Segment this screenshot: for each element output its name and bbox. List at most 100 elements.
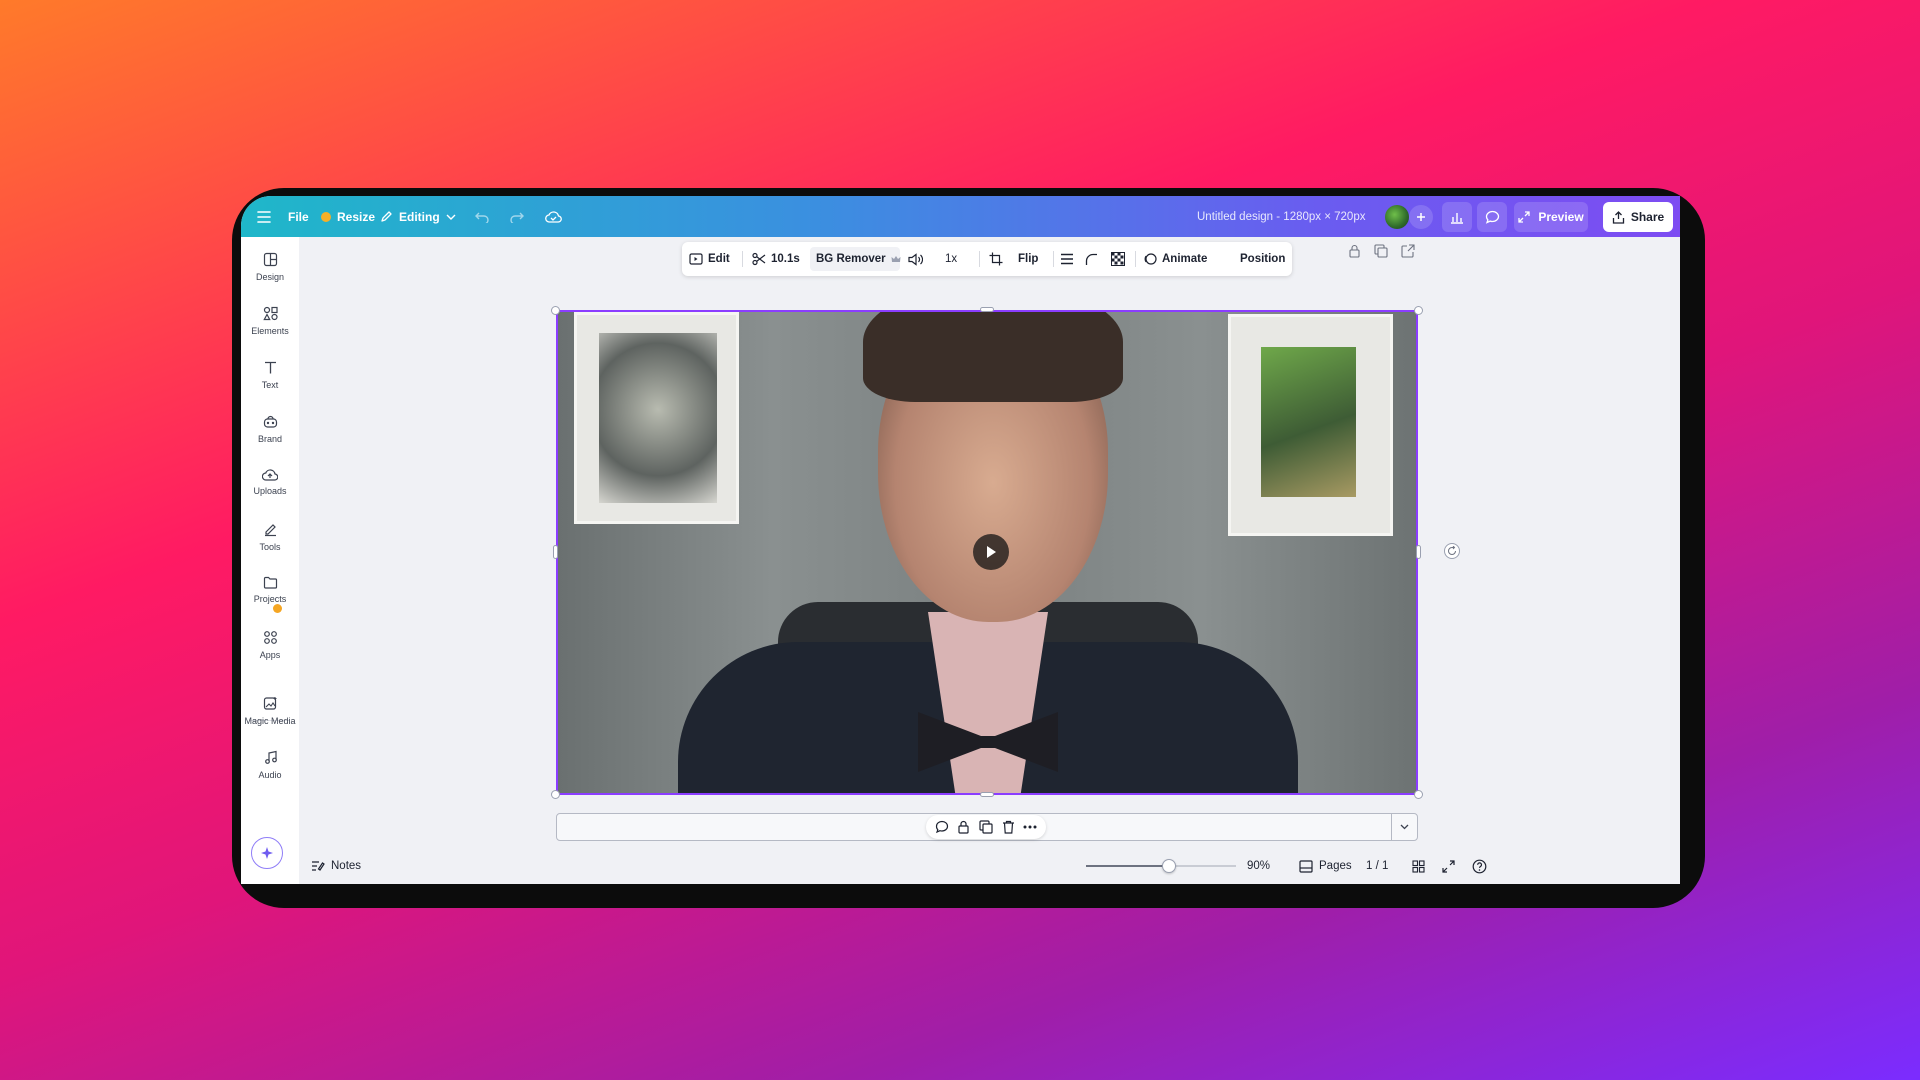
grid-view-button[interactable]: [1412, 848, 1425, 884]
duplicate-icon[interactable]: [979, 820, 993, 834]
sidebar-item-audio[interactable]: Audio: [241, 750, 299, 780]
comment-add-icon[interactable]: [935, 820, 949, 834]
zoom-level[interactable]: 90%: [1247, 848, 1270, 884]
resize-handle-top-right[interactable]: [1414, 306, 1423, 315]
add-page-button[interactable]: [1401, 244, 1415, 263]
resize-handle-left[interactable]: [553, 545, 558, 559]
rotate-button[interactable]: [1444, 543, 1460, 559]
fullscreen-button[interactable]: [1442, 848, 1455, 884]
crown-icon: [891, 256, 901, 262]
cloud-save-status[interactable]: [545, 196, 562, 237]
file-menu[interactable]: File: [288, 196, 309, 237]
invite-button[interactable]: [1409, 205, 1433, 229]
cloud-check-icon: [545, 211, 562, 223]
scissors-icon: [752, 252, 766, 266]
timeline-toggle-button[interactable]: [1391, 814, 1417, 840]
resize-handle-bottom[interactable]: [980, 792, 994, 797]
resize-handle-bottom-left[interactable]: [551, 790, 560, 799]
resize-handle-right[interactable]: [1416, 545, 1421, 559]
resize-label: Resize: [337, 209, 376, 224]
transparency-button[interactable]: [1111, 242, 1125, 276]
text-icon: [264, 361, 276, 374]
sidebar-item-label: Uploads: [253, 486, 287, 496]
comment-icon: [1485, 210, 1499, 224]
sidebar-item-label: Audio: [258, 770, 282, 780]
sidebar-item-label: Brand: [257, 434, 283, 444]
folder-icon: [263, 576, 277, 589]
hair-shape: [863, 312, 1123, 402]
sidebar-item-brand[interactable]: Brand: [241, 414, 299, 444]
zoom-label: 90%: [1247, 860, 1271, 872]
comments-button[interactable]: [1477, 202, 1507, 232]
animate-label: Animate: [1162, 253, 1208, 265]
redo-button[interactable]: [509, 196, 524, 237]
resize-handle-top-left[interactable]: [551, 306, 560, 315]
share-label: Share: [1630, 210, 1665, 224]
trash-icon[interactable]: [1002, 820, 1015, 834]
menu-button[interactable]: [257, 196, 271, 237]
playback-speed-button[interactable]: 1x: [945, 242, 957, 276]
resize-handle-bottom-right[interactable]: [1414, 790, 1423, 799]
chevron-down-icon: [446, 214, 456, 220]
sidebar-item-label: Magic Media: [244, 716, 296, 726]
sidebar-item-elements[interactable]: Elements: [241, 306, 299, 336]
trim-button[interactable]: 10.1s: [752, 242, 800, 276]
sidebar-item-apps[interactable]: Apps: [241, 630, 299, 660]
pen-icon: [264, 524, 276, 537]
duration-label: 10.1s: [771, 253, 800, 265]
editing-mode-dropdown[interactable]: Editing: [380, 196, 456, 237]
position-button[interactable]: Position: [1240, 242, 1285, 276]
magic-assistant-button[interactable]: [251, 837, 283, 869]
toolbar-divider: [742, 251, 743, 267]
sidebar-item-label: Text: [261, 380, 279, 390]
file-label: File: [288, 209, 309, 224]
sidebar-item-magic-media[interactable]: Magic Media: [241, 696, 299, 726]
zoom-slider-thumb[interactable]: [1162, 859, 1176, 873]
redo-icon: [510, 212, 524, 223]
pages-button[interactable]: Pages: [1299, 848, 1352, 884]
animate-button[interactable]: Animate: [1143, 242, 1207, 276]
plus-icon: [1417, 213, 1425, 221]
music-note-icon: [264, 750, 277, 764]
preview-button[interactable]: Preview: [1514, 202, 1588, 232]
insights-button[interactable]: [1442, 202, 1472, 232]
element-quick-actions: [926, 815, 1046, 839]
toolbar-divider: [979, 251, 980, 267]
help-button[interactable]: [1472, 848, 1487, 884]
play-button[interactable]: [973, 534, 1009, 570]
page-counter: 1 / 1: [1366, 848, 1388, 884]
sidebar-item-tools[interactable]: Tools: [241, 522, 299, 552]
share-button[interactable]: Share: [1603, 202, 1673, 232]
wall-picture-left: [574, 312, 739, 524]
undo-button[interactable]: [475, 196, 490, 237]
sidebar-item-design[interactable]: Design: [241, 252, 299, 282]
video-element[interactable]: [556, 310, 1418, 795]
notes-button[interactable]: Notes: [311, 848, 361, 884]
sidebar-item-label: Tools: [259, 542, 281, 552]
zoom-slider-fill: [1086, 865, 1169, 867]
help-icon: [1472, 859, 1487, 873]
more-options-icon[interactable]: [1023, 825, 1037, 829]
resize-handle-top[interactable]: [980, 307, 994, 312]
duplicate-page-button[interactable]: [1374, 244, 1388, 263]
avatar[interactable]: [1385, 205, 1409, 229]
lock-icon[interactable]: [957, 820, 970, 834]
play-icon: [987, 546, 996, 558]
crop-button[interactable]: [989, 242, 1003, 276]
shapes-icon: [262, 306, 278, 321]
sidebar-item-uploads[interactable]: Uploads: [241, 468, 299, 496]
sidebar-item-projects[interactable]: Projects: [241, 576, 299, 604]
corner-rounding-button[interactable]: [1085, 242, 1098, 276]
lock-button[interactable]: [1348, 244, 1361, 263]
border-style-button[interactable]: [1060, 242, 1074, 276]
volume-button[interactable]: [908, 242, 923, 276]
design-title[interactable]: Untitled design - 1280px × 720px: [1197, 196, 1365, 237]
edit-label: Edit: [708, 253, 730, 265]
resize-button[interactable]: Resize: [321, 196, 375, 237]
expand-icon: [1518, 211, 1530, 223]
speed-label: 1x: [945, 253, 958, 265]
zoom-slider[interactable]: [1086, 859, 1236, 873]
edit-video-button[interactable]: Edit: [689, 242, 730, 276]
sidebar-item-text[interactable]: Text: [241, 360, 299, 390]
flip-button[interactable]: Flip: [1018, 242, 1038, 276]
